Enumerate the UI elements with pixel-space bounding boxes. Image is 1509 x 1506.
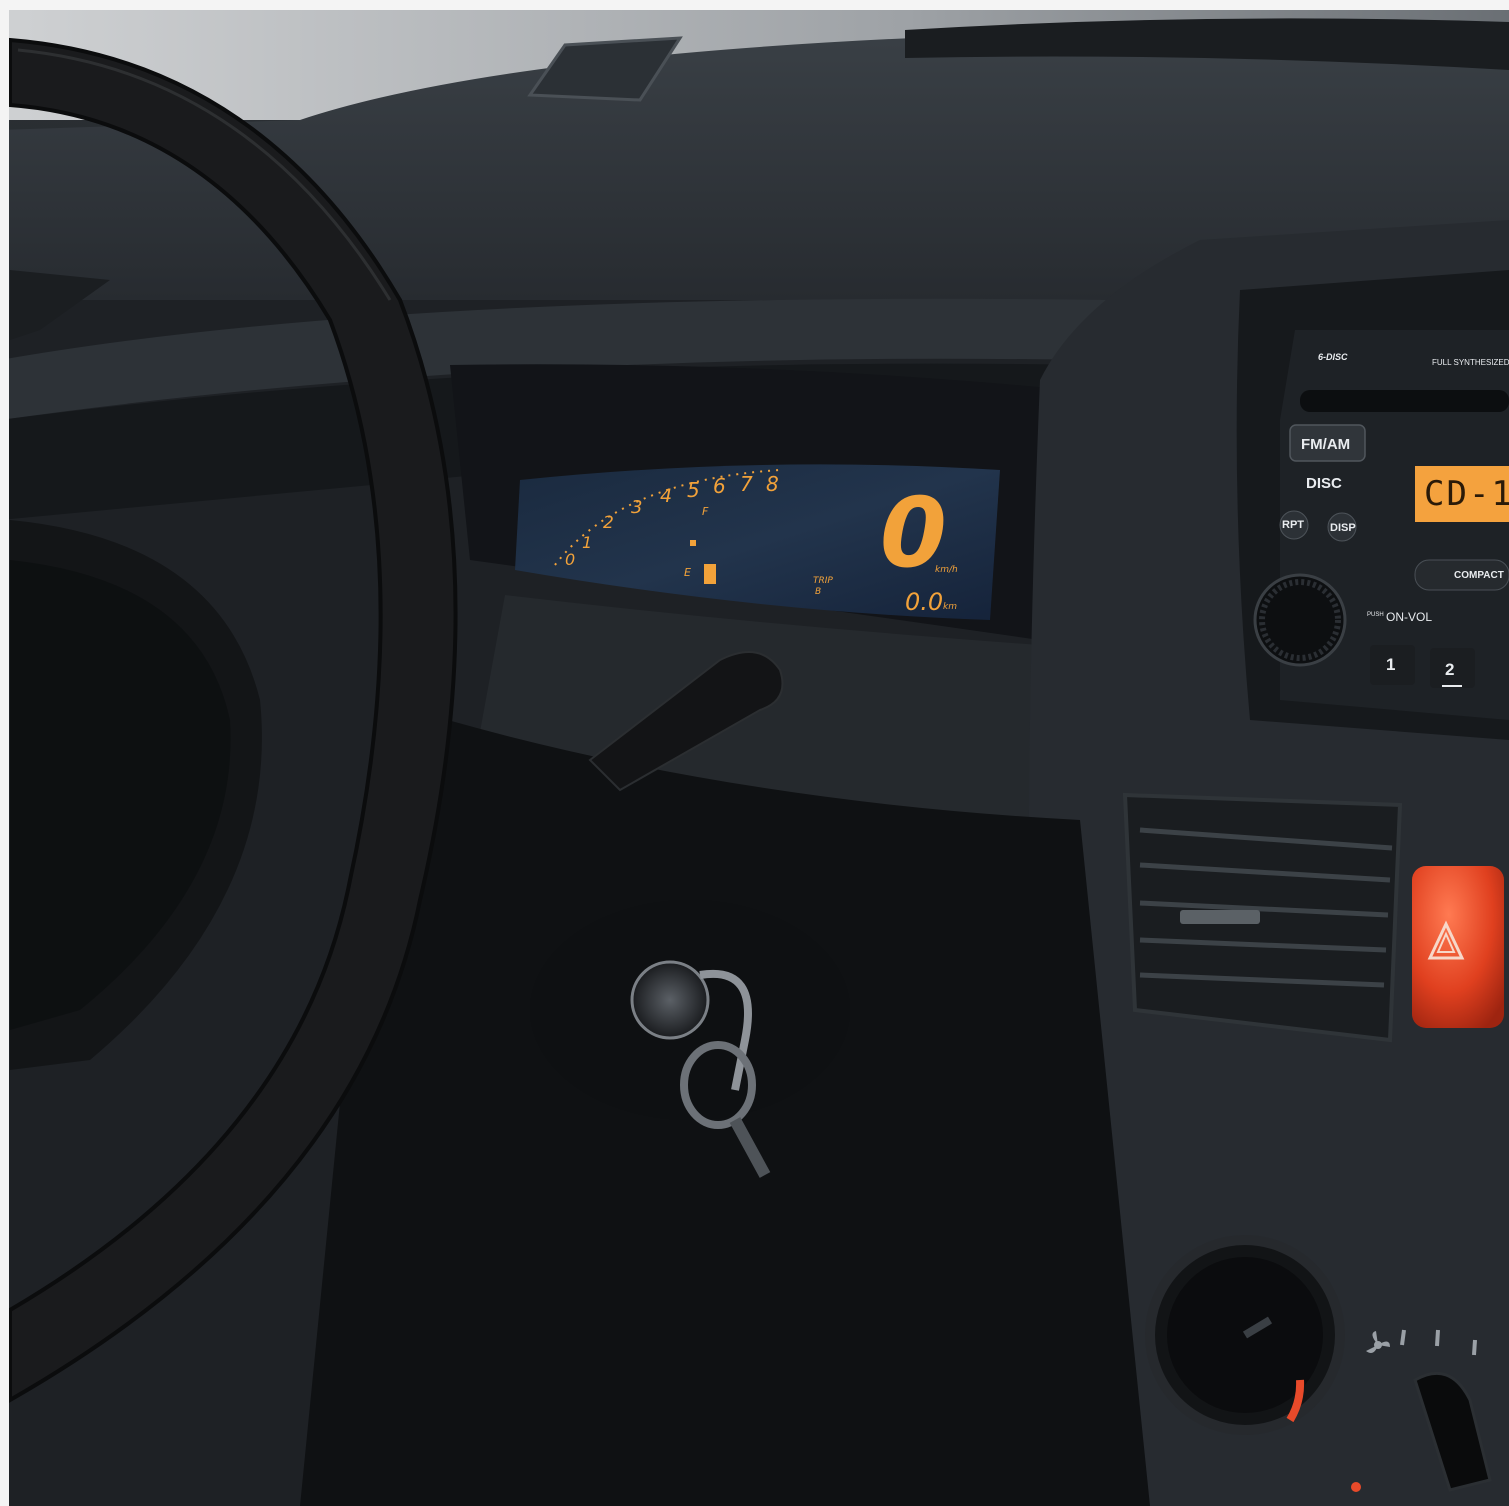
indicator-light bbox=[1351, 1482, 1361, 1492]
disp-label: DISP bbox=[1330, 522, 1356, 534]
dashboard-graphics bbox=[0, 0, 1509, 1506]
fuel-pump-icon bbox=[690, 540, 696, 546]
vent-adjust-tab[interactable] bbox=[1180, 910, 1260, 924]
fuel-bar bbox=[704, 564, 716, 584]
radio-display-text: CD-1 bbox=[1424, 474, 1509, 514]
volume-knob[interactable] bbox=[1253, 573, 1347, 667]
speed-unit: km/h bbox=[935, 565, 958, 575]
push-label: PUSH bbox=[1367, 612, 1384, 618]
trip-sub-label: B bbox=[815, 587, 822, 597]
tach-tick-1: 1 bbox=[582, 533, 593, 552]
fuel-full-label: F bbox=[702, 505, 709, 518]
odometer-readout: 0.0 bbox=[905, 588, 944, 616]
rpt-label: RPT bbox=[1282, 519, 1304, 531]
six-disc-badge: 6-DISC bbox=[1318, 352, 1348, 362]
tach-tick-0: 0 bbox=[565, 550, 576, 569]
tach-tick-4: 4 bbox=[660, 485, 673, 507]
radio-header-text: FULL SYNTHESIZED bbox=[1432, 358, 1509, 367]
tach-tick-2: 2 bbox=[603, 513, 614, 533]
preset-2-label: 2 bbox=[1445, 660, 1455, 679]
fan-speed-knob[interactable] bbox=[1145, 1235, 1345, 1435]
on-vol-label: ON-VOL bbox=[1386, 610, 1433, 624]
preset-1-label: 1 bbox=[1386, 655, 1396, 674]
disc-button[interactable]: DISC bbox=[1306, 475, 1342, 492]
ignition-cylinder[interactable] bbox=[630, 960, 710, 1040]
compact-label: COMPACT bbox=[1454, 570, 1504, 581]
tach-tick-3: 3 bbox=[631, 497, 643, 518]
odometer-unit: km bbox=[943, 602, 957, 612]
trip-label: TRIP bbox=[813, 576, 833, 586]
fuel-empty-label: E bbox=[684, 566, 691, 579]
tach-tick-5: 5 bbox=[687, 478, 700, 502]
dashboard-photo: 0 1 2 3 4 5 6 7 8 F E 0 km/h TRIP B 0.0 … bbox=[0, 0, 1509, 1506]
fm-am-label: FM/AM bbox=[1301, 436, 1351, 453]
tach-tick-8: 8 bbox=[766, 472, 779, 496]
cd-slot[interactable] bbox=[1300, 390, 1509, 412]
tach-tick-6: 6 bbox=[713, 474, 726, 498]
tach-tick-7: 7 bbox=[740, 472, 753, 496]
